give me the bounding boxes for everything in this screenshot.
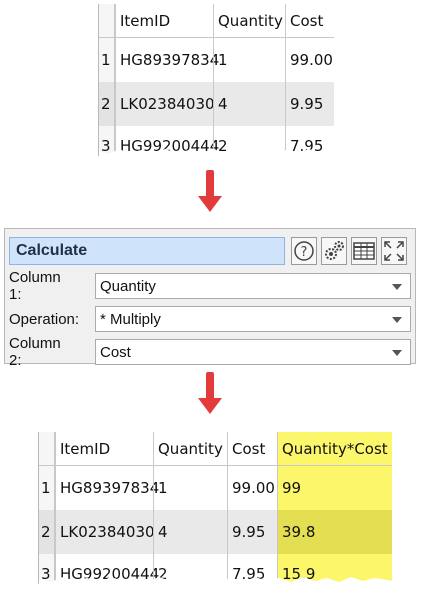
column-header-quantity-cost[interactable]: Quantity*Cost: [277, 432, 392, 466]
column-header-itemid[interactable]: ItemID: [55, 432, 153, 466]
transform-title[interactable]: Calculate: [9, 237, 285, 265]
svg-text:?: ?: [301, 245, 308, 260]
row-number-header: [39, 432, 55, 466]
column-header-quantity[interactable]: Quantity: [213, 4, 285, 38]
column-1-label: Column 1:: [9, 269, 61, 303]
cell-quantity[interactable]: 4: [153, 510, 227, 554]
input-table: ItemID Quantity Cost 1 HG89397834 1 99.0…: [98, 4, 334, 156]
row-number-header: [99, 4, 115, 38]
column-header-quantity[interactable]: Quantity: [153, 432, 227, 466]
table-header-row: ItemID Quantity Cost: [99, 4, 334, 38]
down-arrow-icon: [198, 170, 222, 214]
row-number: 2: [99, 82, 115, 126]
help-icon[interactable]: ?: [291, 237, 317, 265]
cell-quantity-cost[interactable]: 99: [277, 466, 392, 510]
cell-cost[interactable]: 9.95: [285, 82, 334, 126]
torn-edge: [39, 577, 392, 584]
operation-label: Operation:: [9, 310, 80, 328]
chevron-down-icon: [392, 350, 402, 356]
cell-cost[interactable]: 99.00: [285, 38, 334, 82]
operation-select[interactable]: * Multiply: [95, 306, 411, 332]
column-2-select[interactable]: Cost: [95, 339, 411, 365]
cell-quantity-cost[interactable]: 39.8: [277, 510, 392, 554]
row-number: 2: [39, 510, 55, 554]
operation-value: * Multiply: [100, 310, 161, 328]
cell-quantity[interactable]: 1: [153, 466, 227, 510]
column-header-itemid[interactable]: ItemID: [115, 4, 213, 38]
settings-gears-icon[interactable]: [321, 237, 347, 265]
cell-itemid[interactable]: HG89397834: [55, 466, 159, 510]
table-row[interactable]: 1 HG89397834 1 99.00 99: [39, 466, 392, 510]
output-table: ItemID Quantity Cost Quantity*Cost 1 HG8…: [38, 432, 392, 584]
cell-quantity[interactable]: 1: [213, 38, 285, 82]
cell-cost[interactable]: 9.95: [227, 510, 277, 554]
expand-icon[interactable]: [381, 237, 407, 265]
column-2-label: Column 2:: [9, 335, 61, 369]
calculate-panel: Calculate ? Column 1: Quantity Operation…: [4, 228, 416, 369]
table-row[interactable]: 1 HG89397834 1 99.00: [99, 38, 334, 82]
chevron-down-icon: [392, 317, 402, 323]
table-row[interactable]: 2 LK02384030 4 9.95: [99, 82, 334, 126]
cell-itemid[interactable]: HG89397834: [115, 38, 219, 82]
row-number: 1: [99, 38, 115, 82]
cell-itemid[interactable]: LK02384030: [55, 510, 155, 554]
torn-edge: [99, 149, 334, 156]
table-icon[interactable]: [351, 237, 377, 265]
cell-itemid[interactable]: LK02384030: [115, 82, 215, 126]
column-1-select[interactable]: Quantity: [95, 273, 411, 299]
cell-quantity[interactable]: 4: [213, 82, 285, 126]
down-arrow-icon: [198, 372, 222, 416]
table-row[interactable]: 2 LK02384030 4 9.95 39.8: [39, 510, 392, 554]
row-number: 1: [39, 466, 55, 510]
table-header-row: ItemID Quantity Cost Quantity*Cost: [39, 432, 392, 466]
chevron-down-icon: [392, 284, 402, 290]
column-1-value: Quantity: [100, 277, 156, 295]
column-header-cost[interactable]: Cost: [285, 4, 334, 38]
column-2-value: Cost: [100, 343, 131, 361]
column-header-cost[interactable]: Cost: [227, 432, 277, 466]
cell-cost[interactable]: 99.00: [227, 466, 277, 510]
